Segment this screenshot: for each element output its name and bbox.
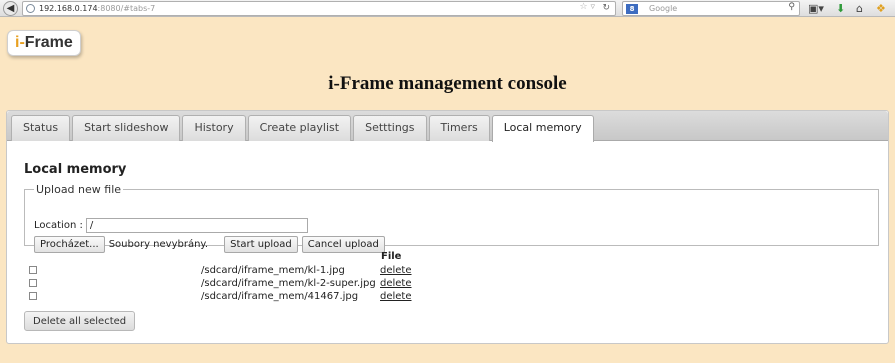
file-row: /sdcard/iframe_mem/kl-1.jpg delete xyxy=(24,264,524,277)
delete-file-link[interactable]: delete xyxy=(380,264,412,277)
file-path: /sdcard/iframe_mem/41467.jpg xyxy=(201,291,359,302)
search-box[interactable]: 8 Google ⚲ xyxy=(622,1,800,16)
delete-file-link[interactable]: delete xyxy=(380,277,412,290)
iframe-logo: i-Frame xyxy=(7,30,81,56)
location-label: Location : xyxy=(34,220,83,231)
upload-legend: Upload new file xyxy=(36,183,122,196)
tab-local-memory[interactable]: Local memory xyxy=(491,115,594,142)
address-path: :8080/#tabs-7 xyxy=(97,4,156,13)
upload-fieldset: Upload new file Location : Procházet... … xyxy=(24,183,879,253)
start-upload-button[interactable]: Start upload xyxy=(224,236,298,253)
logo-prefix: i- xyxy=(15,34,25,51)
tab-settings[interactable]: Setttings xyxy=(353,115,427,141)
file-path: /sdcard/iframe_mem/kl-1.jpg xyxy=(201,265,345,276)
file-select-checkbox[interactable] xyxy=(29,266,37,274)
browser-toolbar: ◀ 192.168.0.174:8080/#tabs-7 ☆ ▿ ↻ 8 Goo… xyxy=(0,0,895,17)
tab-create-playlist[interactable]: Create playlist xyxy=(247,115,352,141)
reload-icon[interactable]: ↻ xyxy=(602,3,610,13)
file-select-checkbox[interactable] xyxy=(29,292,37,300)
address-text: 192.168.0.174:8080/#tabs-7 xyxy=(39,3,155,14)
no-file-text: Soubory nevybrány. xyxy=(108,239,209,250)
bookmark-star-icon[interactable]: ☆ ▿ xyxy=(580,2,595,12)
back-arrow-icon[interactable]: ◀ xyxy=(3,1,18,16)
bookmarks-icon[interactable]: ▣▾ xyxy=(808,1,824,16)
tab-start-slideshow[interactable]: Start slideshow xyxy=(72,115,181,141)
delete-file-link[interactable]: delete xyxy=(380,290,412,303)
addon-icon[interactable]: ❖ xyxy=(876,1,886,16)
file-row: /sdcard/iframe_mem/41467.jpg delete xyxy=(24,290,524,303)
tab-timers[interactable]: Timers xyxy=(428,115,490,141)
section-title: Local memory xyxy=(24,162,127,177)
logo-name: Frame xyxy=(24,34,73,51)
file-select-checkbox[interactable] xyxy=(29,279,37,287)
search-input[interactable]: Google xyxy=(649,4,677,13)
delete-all-selected-button[interactable]: Delete all selected xyxy=(24,311,136,331)
magnifier-icon[interactable]: ⚲ xyxy=(788,2,795,12)
address-host: 192.168.0.174 xyxy=(39,4,98,13)
browse-button[interactable]: Procházet... xyxy=(34,236,105,253)
file-column-header: File xyxy=(381,251,402,262)
file-list: /sdcard/iframe_mem/kl-1.jpg delete /sdca… xyxy=(24,264,524,303)
cancel-upload-button[interactable]: Cancel upload xyxy=(301,236,385,253)
tab-status[interactable]: Status xyxy=(11,115,71,141)
tab-bar: Status Start slideshow History Create pl… xyxy=(7,111,888,142)
address-bar[interactable]: 192.168.0.174:8080/#tabs-7 ☆ ▿ ↻ xyxy=(22,1,616,16)
globe-icon xyxy=(26,4,35,13)
tab-panel: Status Start slideshow History Create pl… xyxy=(6,110,889,344)
page-title: i-Frame management console xyxy=(328,73,567,94)
tab-history[interactable]: History xyxy=(182,115,246,141)
home-icon[interactable]: ⌂ xyxy=(856,1,863,16)
file-path: /sdcard/iframe_mem/kl-2-super.jpg xyxy=(201,278,376,289)
download-icon[interactable]: ⬇ xyxy=(836,1,845,16)
search-engine-icon[interactable]: 8 xyxy=(626,4,638,14)
location-input[interactable] xyxy=(85,218,308,233)
file-row: /sdcard/iframe_mem/kl-2-super.jpg delete xyxy=(24,277,524,290)
